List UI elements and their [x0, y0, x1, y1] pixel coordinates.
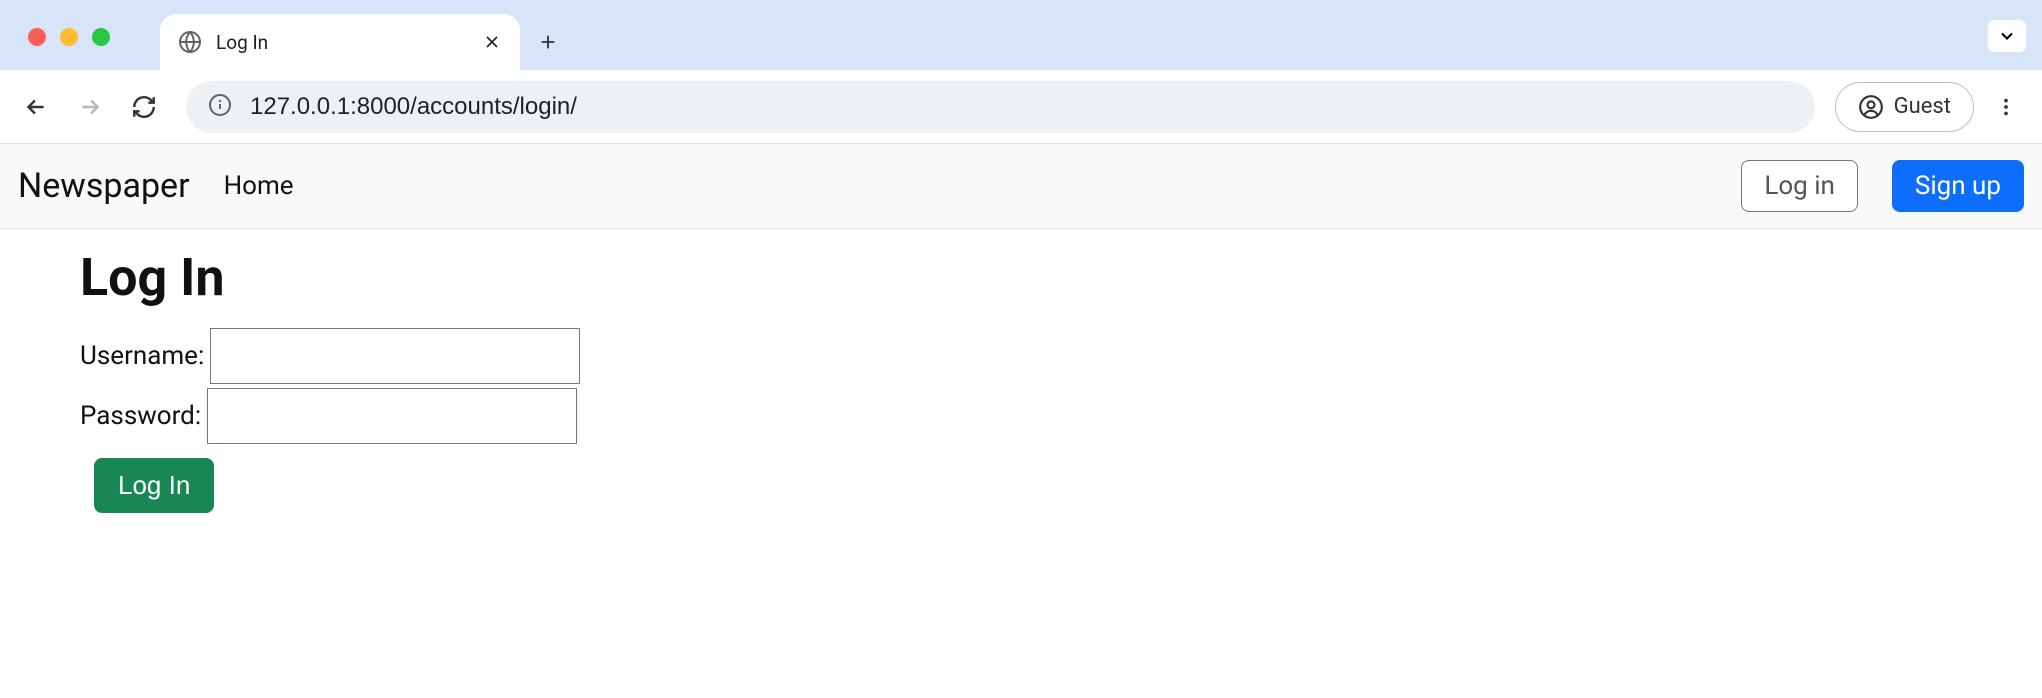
- url-text: 127.0.0.1:8000/accounts/login/: [250, 93, 577, 121]
- overflow-menu-button[interactable]: [1984, 85, 2028, 129]
- window-close-icon[interactable]: [28, 28, 46, 46]
- tab-search-button[interactable]: [1988, 20, 2026, 52]
- password-input[interactable]: [207, 388, 577, 444]
- new-tab-button[interactable]: [526, 20, 570, 64]
- page-body: Log In Username: Password: Log In: [0, 229, 2042, 531]
- page-title: Log In: [80, 247, 1962, 308]
- nav-link-home[interactable]: Home: [224, 171, 294, 201]
- window-controls: [28, 28, 110, 46]
- window-maximize-icon[interactable]: [92, 28, 110, 46]
- forward-button[interactable]: [68, 85, 112, 129]
- username-label: Username:: [80, 341, 204, 371]
- browser-tabstrip: Log In: [0, 0, 2042, 70]
- tab-title: Log In: [216, 31, 468, 54]
- username-row: Username:: [80, 328, 1962, 384]
- profile-label: Guest: [1894, 94, 1951, 119]
- address-bar[interactable]: 127.0.0.1:8000/accounts/login/: [186, 81, 1815, 133]
- brand[interactable]: Newspaper: [18, 166, 190, 206]
- reload-button[interactable]: [122, 85, 166, 129]
- profile-button[interactable]: Guest: [1835, 82, 1974, 132]
- username-input[interactable]: [210, 328, 580, 384]
- nav-signup-button[interactable]: Sign up: [1892, 160, 2024, 212]
- submit-wrap: Log In: [94, 458, 1962, 513]
- password-label: Password:: [80, 401, 201, 431]
- window-minimize-icon[interactable]: [60, 28, 78, 46]
- site-navbar: Newspaper Home Log in Sign up: [0, 144, 2042, 229]
- password-row: Password:: [80, 388, 1962, 444]
- browser-tab[interactable]: Log In: [160, 14, 520, 70]
- browser-toolbar: 127.0.0.1:8000/accounts/login/ Guest: [0, 70, 2042, 144]
- nav-login-button[interactable]: Log in: [1741, 160, 1858, 212]
- close-icon[interactable]: [482, 32, 502, 52]
- globe-icon: [178, 30, 202, 54]
- site-info-icon[interactable]: [208, 93, 232, 121]
- login-submit-button[interactable]: Log In: [94, 458, 214, 513]
- back-button[interactable]: [14, 85, 58, 129]
